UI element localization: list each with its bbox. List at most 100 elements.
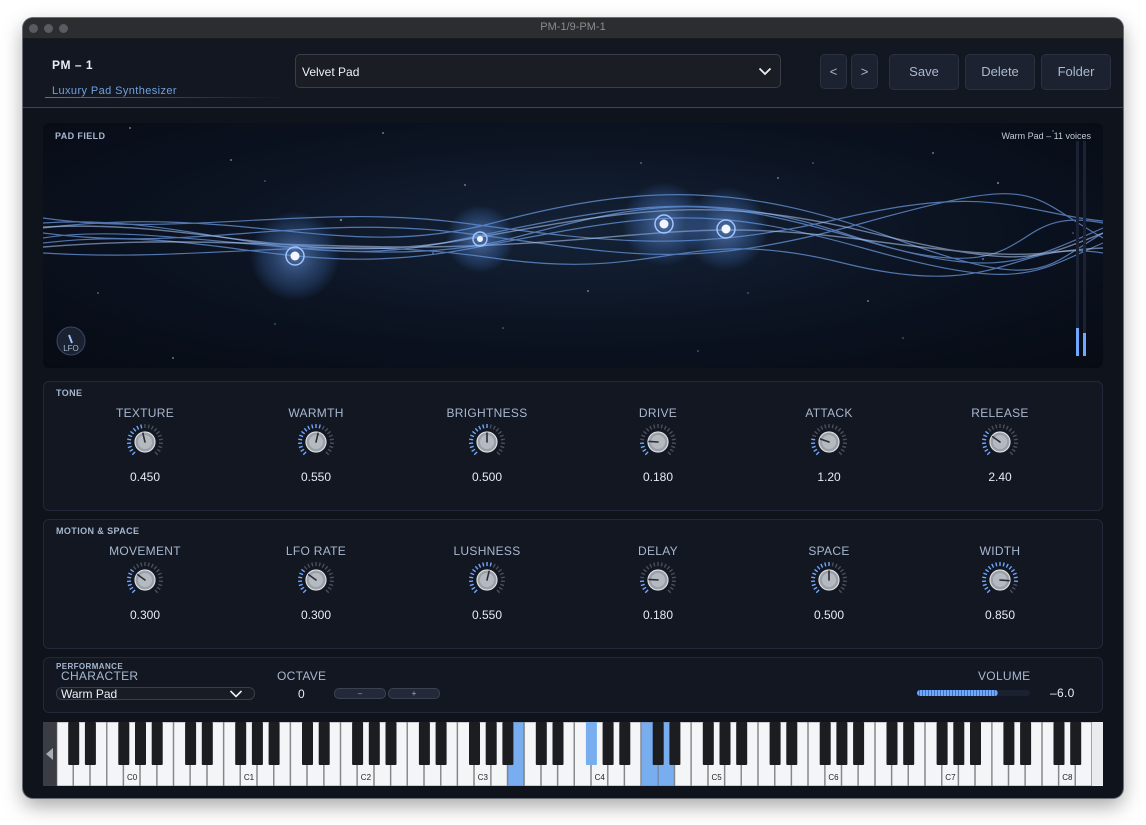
knob-tick (671, 576, 676, 579)
keyboard-keys[interactable]: C0 C1 C2 C3 C4 C5 C6 C7 C8 (43, 722, 1103, 786)
knob-tick (495, 427, 500, 432)
knob-tick (155, 568, 160, 573)
black-key (68, 722, 80, 765)
pad-field[interactable]: PAD FIELD Warm Pad – 11 voices LFO (43, 123, 1103, 368)
knob-label: MOVEMENT (109, 544, 181, 558)
knob-tick (820, 425, 824, 430)
knob-tick (838, 589, 843, 594)
knob-value: 2.40 (988, 470, 1012, 484)
knob-tick (298, 445, 303, 449)
black-key (585, 722, 597, 765)
black-key (502, 722, 514, 765)
black-key (268, 722, 280, 765)
pad-field-visual (43, 127, 1103, 359)
knob-tick (497, 430, 502, 435)
knob-tick (644, 589, 649, 594)
knob-tick (831, 424, 834, 429)
knob-tick (127, 576, 132, 579)
knob-tick (1009, 451, 1014, 456)
knob-tick (147, 562, 150, 567)
black-key (318, 722, 330, 765)
knob-tick (131, 589, 136, 594)
knob-tick (1013, 583, 1018, 587)
knob-tick (326, 568, 331, 573)
preset-dropdown[interactable]: Velvet Pad (295, 54, 781, 88)
knob-dial[interactable] (125, 422, 165, 462)
knob-tick (839, 568, 844, 573)
knob-tick (982, 438, 987, 441)
next-preset-button[interactable]: > (851, 54, 878, 89)
knob-tick (645, 427, 650, 432)
knob-tick (311, 424, 314, 429)
knob-tick (814, 430, 819, 435)
knob-dial[interactable] (125, 560, 165, 600)
knob-tick (643, 430, 648, 435)
octave-down-button[interactable]: – (334, 688, 386, 699)
knob-tick (663, 563, 667, 568)
header: PM – 1 Luxury Pad Synthesizer Velvet Pad… (23, 39, 1123, 108)
knob-dial[interactable] (296, 560, 336, 600)
knob-value: 0.550 (471, 608, 503, 622)
delete-button[interactable]: Delete (965, 54, 1035, 90)
knob-tick (329, 438, 334, 441)
knob-dial[interactable] (809, 560, 849, 600)
knob-dial[interactable] (638, 560, 678, 600)
knob-tick (307, 563, 311, 568)
knob-value: 0.300 (300, 608, 332, 622)
save-button[interactable]: Save (889, 54, 959, 90)
knob-tick (667, 589, 672, 594)
volume-label: VOLUME (978, 669, 1031, 683)
piano-keyboard[interactable]: C0 C1 C2 C3 C4 C5 C6 C7 C8 (43, 722, 1103, 786)
knob-tick (670, 572, 675, 576)
knob-dial[interactable] (467, 560, 507, 600)
knob-tick (671, 438, 676, 441)
knob-tick (153, 565, 158, 570)
knob-tick (300, 586, 305, 590)
black-key (1053, 722, 1065, 765)
black-key (853, 722, 865, 765)
knob-tick (838, 451, 843, 456)
knob-tick (140, 562, 143, 567)
preset-name: Velvet Pad (302, 65, 360, 79)
pad-field-title: PAD FIELD (55, 131, 106, 141)
knob-dial[interactable] (809, 422, 849, 462)
black-key (1070, 722, 1082, 765)
prev-preset-button[interactable]: < (820, 54, 847, 89)
knob-tick (1002, 562, 1005, 567)
knob-tick (127, 583, 132, 587)
knob-tick (837, 427, 842, 432)
knob-dial[interactable] (467, 422, 507, 462)
black-key (1020, 722, 1032, 765)
knob-dial[interactable] (296, 422, 336, 462)
knob-tick (157, 572, 162, 576)
knob-tick (307, 425, 311, 430)
knob-tick (128, 434, 133, 438)
knob-tick (153, 427, 158, 432)
knob-tick (471, 448, 476, 452)
volume-slider[interactable] (917, 690, 1030, 696)
knob-dial[interactable] (980, 560, 1020, 600)
character-label: CHARACTER (61, 669, 139, 683)
knob-value: 0.180 (642, 470, 674, 484)
folder-button[interactable]: Folder (1041, 54, 1111, 90)
octave-up-button[interactable]: + (388, 688, 440, 699)
knob-tick (1009, 589, 1014, 594)
voice-nodes (250, 182, 768, 301)
knob-tick (1011, 586, 1016, 590)
knob-tick (653, 424, 656, 429)
octave-label: C1 (244, 773, 255, 782)
knob-tick (641, 434, 646, 438)
knob-tick (298, 576, 303, 579)
knob-tick (474, 427, 479, 432)
character-dropdown[interactable]: Warm Pad (56, 687, 255, 701)
black-key (602, 722, 614, 765)
tone-panel: TONE TEXTURE 0.450 WARMTH 0.550 BRIGHTNE… (43, 381, 1103, 511)
black-key (903, 722, 915, 765)
knob-dial[interactable] (638, 422, 678, 462)
octave-label: C0 (127, 773, 138, 782)
knob-dial[interactable] (980, 422, 1020, 462)
app-window: PM-1/9-PM-1 PM – 1 Luxury Pad Synthesize… (23, 18, 1123, 798)
knob-tick (329, 576, 334, 579)
black-key (769, 722, 781, 765)
knob-tick (497, 568, 502, 573)
